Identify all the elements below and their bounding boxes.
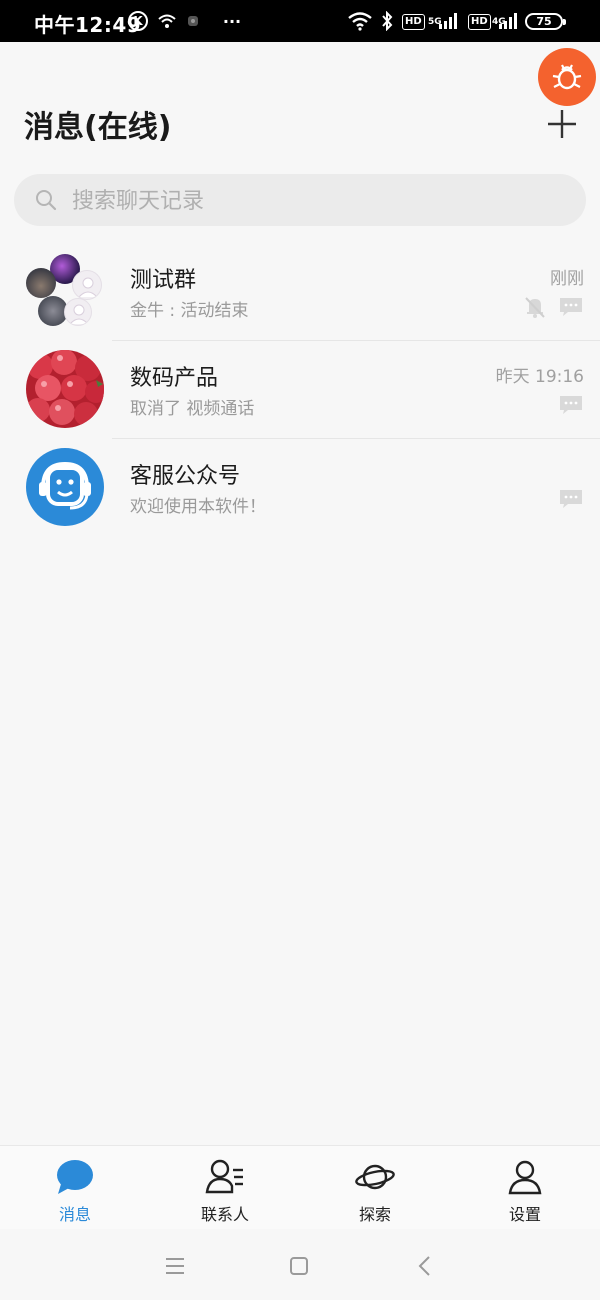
hd-badge-2: HD [468,14,491,30]
signal-icon-2 [496,10,520,32]
k-app-icon: K [128,11,148,31]
chat-badge-icon [560,490,582,508]
conversation-item-customer-service[interactable]: 客服公众号 欢迎使用本软件！ [0,438,600,536]
mute-bell-icon [525,297,545,318]
conversation-name: 数码产品 [130,366,219,391]
bottom-nav: 消息 联系人 探索 设置 [0,1145,600,1229]
group-member-avatar-3 [72,270,102,300]
customer-service-avatar [26,448,104,526]
conversation-time: 刚刚 [550,269,584,289]
menu-icon[interactable] [160,1251,190,1281]
group-member-avatar-2 [26,268,56,298]
tab-settings-label: 设置 [508,1205,541,1224]
notification-dot-icon [186,10,200,32]
person-icon [508,1160,542,1195]
conversation-preview: 金牛 : 活动结束 [130,301,249,321]
signal-icon-1 [436,10,460,32]
wifi-icon [346,10,374,32]
chat-badge-icon [560,298,582,316]
customer-service-icon [39,461,91,510]
contacts-icon [205,1159,243,1194]
tab-explore[interactable]: 探索 [300,1146,450,1230]
radish-photo-avatar [26,350,104,428]
group-avatar [24,252,106,332]
planet-icon [355,1164,395,1190]
wifi-small-icon [156,10,178,32]
conversation-time: 昨天 19:16 [495,367,584,387]
home-square-icon[interactable] [284,1251,314,1281]
search-icon [36,190,57,211]
conversation-list: 测试群 金牛 : 活动结束 刚刚 数码产品 取消了 视频通话 昨天 19:16 … [0,242,600,536]
conversation-name: 客服公众号 [130,464,241,489]
chat-bubble-icon [57,1160,93,1194]
conversation-name: 测试群 [130,268,197,293]
hd-badge-1: HD [402,14,425,30]
tab-messages[interactable]: 消息 [0,1146,150,1230]
tab-contacts[interactable]: 联系人 [150,1146,300,1230]
status-bar: 中午12:49 K ··· HD 5G HD 4G 75 [0,0,600,42]
status-time: 中午12:49 [34,13,142,37]
tab-settings[interactable]: 设置 [450,1146,600,1230]
plus-icon [548,110,576,138]
chat-badge-icon [560,396,582,414]
battery-icon: 75 [525,13,566,30]
conversation-item-digital-products[interactable]: 数码产品 取消了 视频通话 昨天 19:16 [0,340,600,438]
page-title: 消息(在线) [24,110,172,145]
tab-messages-label: 消息 [58,1205,91,1224]
add-button[interactable] [542,104,582,144]
group-member-avatar-5 [64,298,92,326]
bug-icon [552,64,582,90]
search-bar[interactable] [14,174,586,226]
more-status-icon: ··· [222,11,242,31]
search-input[interactable] [70,182,574,220]
debug-bug-button[interactable] [538,48,596,106]
conversation-item-test-group[interactable]: 测试群 金牛 : 活动结束 刚刚 [0,242,600,340]
conversation-preview: 取消了 视频通话 [130,399,255,419]
back-chevron-icon[interactable] [410,1251,440,1281]
tab-explore-label: 探索 [358,1205,391,1224]
conversation-preview: 欢迎使用本软件！ [130,497,266,517]
bluetooth-icon [378,10,396,32]
tab-contacts-label: 联系人 [200,1205,249,1224]
system-nav-bar [0,1229,600,1300]
